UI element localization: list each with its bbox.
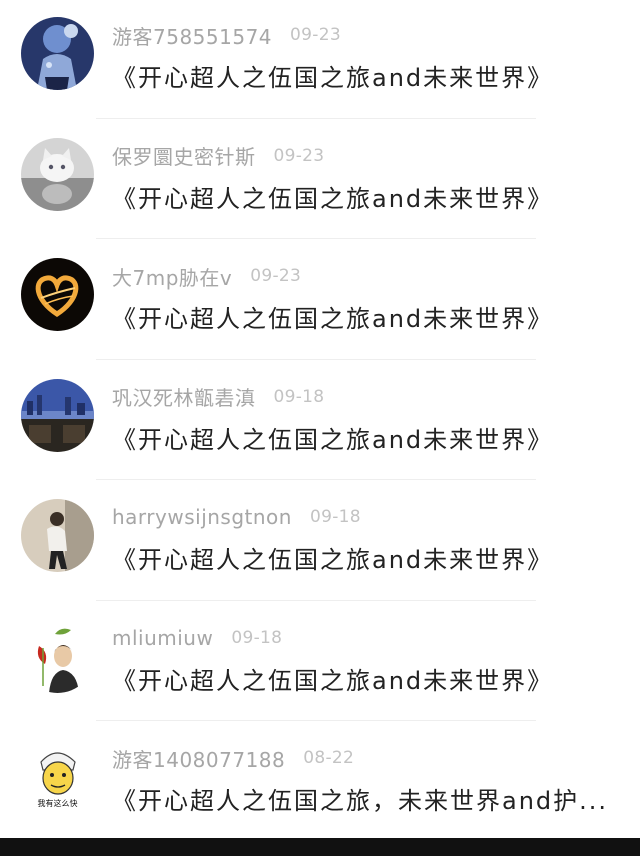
comment-date: 09-18	[231, 627, 283, 648]
user-avatar[interactable]	[21, 378, 94, 452]
astronaut-avatar-icon	[21, 17, 94, 90]
comment-date: 09-23	[273, 145, 325, 166]
username[interactable]: 巩汉死林甑砉滇	[112, 382, 256, 411]
username[interactable]: harrywsijnsgtnon	[112, 505, 292, 529]
username[interactable]: 游客1408077188	[112, 744, 285, 773]
comment-text: 《开心超人之伍国之旅and未来世界》	[112, 546, 554, 574]
white-cat-avatar-icon	[21, 137, 94, 211]
bottom-bar	[0, 838, 640, 856]
user-avatar[interactable]	[21, 258, 94, 331]
comment-item[interactable]: harrywsijnsgtnon 09-18 《开心超人之伍国之旅and未来世界…	[0, 482, 640, 603]
user-avatar[interactable]	[21, 17, 94, 90]
comment-item[interactable]: 保罗圜史密针斯 09-23 《开心超人之伍国之旅and未来世界》	[0, 121, 640, 242]
divider	[96, 479, 536, 480]
flower-portrait-avatar-icon	[21, 619, 94, 693]
cartoon-face-avatar-icon: 我有这么快	[21, 740, 94, 813]
comment-list: 游客758551574 09-23 《开心超人之伍国之旅and未来世界》 保罗圜…	[0, 0, 640, 844]
divider	[96, 599, 536, 601]
user-avatar[interactable]: 我有这么快	[21, 740, 94, 813]
divider	[96, 720, 536, 721]
user-avatar[interactable]	[21, 619, 94, 693]
light-heart-avatar-icon	[21, 258, 94, 331]
comment-date: 09-23	[250, 266, 302, 286]
comment-item[interactable]: 我有这么快 游客1408077188 08-22 《开心超人之伍国之旅，未来世界…	[0, 723, 640, 844]
username[interactable]: mliumiuw	[112, 626, 213, 650]
city-night-avatar-icon	[21, 378, 94, 452]
username[interactable]: 大7mp胁在v	[112, 262, 232, 291]
user-avatar[interactable]	[21, 137, 94, 211]
username[interactable]: 游客758551574	[112, 21, 272, 50]
person-photo-avatar-icon	[21, 499, 94, 572]
comment-date: 08-22	[303, 748, 355, 768]
comment-text: 《开心超人之伍国之旅and未来世界》	[112, 666, 554, 695]
comment-item[interactable]: 游客758551574 09-23 《开心超人之伍国之旅and未来世界》	[0, 0, 640, 121]
username[interactable]: 保罗圜史密针斯	[112, 141, 256, 170]
comment-item[interactable]: mliumiuw 09-18 《开心超人之伍国之旅and未来世界》	[0, 603, 640, 724]
divider	[96, 117, 536, 119]
comment-date: 09-18	[309, 507, 361, 527]
avatar-caption: 我有这么快	[38, 798, 78, 808]
user-avatar[interactable]	[21, 499, 94, 572]
divider	[96, 358, 536, 360]
comment-date: 09-23	[290, 25, 341, 45]
comment-text: 《开心超人之伍国之旅and未来世界》	[112, 184, 554, 213]
comment-text: 《开心超人之伍国之旅，未来世界and护...	[112, 787, 609, 815]
divider	[96, 238, 536, 239]
comment-item[interactable]: 巩汉死林甑砉滇 09-18 《开心超人之伍国之旅and未来世界》	[0, 362, 640, 483]
comment-item[interactable]: 大7mp胁在v 09-23 《开心超人之伍国之旅and未来世界》	[0, 241, 640, 362]
comment-text: 《开心超人之伍国之旅and未来世界》	[112, 305, 554, 333]
comment-text: 《开心超人之伍国之旅and未来世界》	[112, 64, 554, 92]
comment-text: 《开心超人之伍国之旅and未来世界》	[112, 425, 554, 454]
comment-date: 09-18	[273, 386, 325, 407]
